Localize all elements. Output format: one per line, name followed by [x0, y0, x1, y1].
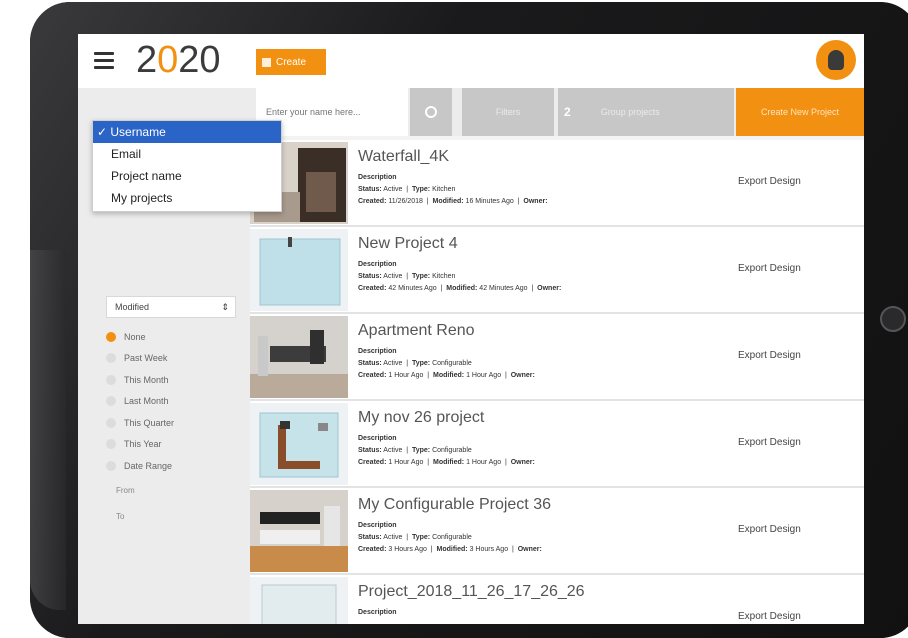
date-filter-date-range[interactable]: Date Range [106, 455, 174, 477]
create-icon [262, 57, 271, 67]
create-new-project-button[interactable]: Create New Project [736, 88, 864, 136]
project-row[interactable]: My nov 26 project Description Status: Ac… [250, 401, 864, 488]
dropdown-option-my-projects[interactable]: My projects [93, 187, 281, 209]
project-status-type: Status: Active | Type: Configurable [358, 360, 472, 367]
date-filter-last-month[interactable]: Last Month [106, 391, 174, 413]
select-arrows-icon: ⇕ [221, 302, 229, 312]
export-design-button[interactable]: Export Design [738, 350, 801, 361]
logo: 2020 [136, 39, 221, 81]
project-name[interactable]: New Project 4 [358, 235, 458, 253]
project-thumbnail [250, 403, 348, 485]
date-filter-past-week[interactable]: Past Week [106, 348, 174, 370]
export-design-button[interactable]: Export Design [738, 176, 801, 187]
app-header: 2020 Create [78, 34, 864, 88]
project-status-type: Status: Active | Type: Configurable [358, 447, 472, 454]
project-row[interactable]: Apartment Reno Description Status: Activ… [250, 314, 864, 401]
project-name[interactable]: Apartment Reno [358, 322, 475, 340]
project-name[interactable]: Project_2018_11_26_17_26_26 [358, 583, 585, 601]
project-description: Description [358, 348, 397, 355]
project-dates: Created: 1 Hour Ago | Modified: 1 Hour A… [358, 459, 535, 466]
project-thumbnail [250, 490, 348, 572]
project-status-type: Status: Active | Type: Configurable [358, 534, 472, 541]
project-row[interactable]: Waterfall_4K Description Status: Active … [250, 140, 864, 227]
group-projects-button[interactable]: 2 Group projects [558, 88, 734, 136]
sort-select[interactable]: Modified ⇕ [106, 296, 236, 318]
project-name[interactable]: Waterfall_4K [358, 148, 449, 166]
project-thumbnail [250, 316, 348, 398]
project-name[interactable]: My Configurable Project 36 [358, 496, 551, 514]
project-description: Description [358, 261, 397, 268]
tablet-side-button [880, 306, 906, 332]
date-filter-this-quarter[interactable]: This Quarter [106, 412, 174, 434]
export-design-button[interactable]: Export Design [738, 611, 801, 622]
project-dates: Created: 3 Hours Ago | Modified: 3 Hours… [358, 546, 542, 553]
date-filter-this-month[interactable]: This Month [106, 369, 174, 391]
user-icon [828, 50, 844, 70]
project-dates: Created: 42 Minutes Ago | Modified: 42 M… [358, 285, 562, 292]
project-description: Description [358, 522, 397, 529]
export-design-button[interactable]: Export Design [738, 263, 801, 274]
dropdown-option-username[interactable]: ✓ Username [93, 121, 281, 143]
dropdown-option-project-name[interactable]: Project name [93, 165, 281, 187]
export-design-button[interactable]: Export Design [738, 437, 801, 448]
date-filter-this-year[interactable]: This Year [106, 434, 174, 456]
project-status-type: Status: Active | Type: Kitchen [358, 273, 456, 280]
project-thumbnail [250, 577, 348, 624]
filters-button[interactable]: Filters [462, 88, 554, 136]
menu-icon[interactable] [94, 52, 114, 69]
toolbar: Filters 2Group projects Create New Proje… [250, 88, 864, 136]
project-name[interactable]: My nov 26 project [358, 409, 484, 427]
date-filter-group: None Past Week This Month Last Month Thi… [106, 326, 174, 477]
export-design-button[interactable]: Export Design [738, 524, 801, 535]
project-row[interactable]: New Project 4 Description Status: Active… [250, 227, 864, 314]
project-dates: Created: 11/26/2018 | Modified: 16 Minut… [358, 198, 548, 205]
project-status-type: Status: Active | Type: Kitchen [358, 186, 456, 193]
search-icon [425, 106, 437, 118]
app-screen: 2020 Create ✓ Username Email Project nam… [78, 34, 864, 624]
project-dates: Created: 1 Hour Ago | Modified: 1 Hour A… [358, 372, 535, 379]
tablet-edge [30, 250, 66, 610]
create-button[interactable]: Create [256, 49, 326, 75]
project-thumbnail [250, 229, 348, 311]
project-row[interactable]: My Configurable Project 36 Description S… [250, 488, 864, 575]
project-description: Description [358, 609, 397, 616]
date-filter-none[interactable]: None [106, 326, 174, 348]
to-label: To [116, 512, 125, 521]
project-list: Waterfall_4K Description Status: Active … [250, 140, 864, 624]
search-button[interactable] [410, 88, 452, 136]
project-description: Description [358, 435, 397, 442]
project-description: Description [358, 174, 397, 181]
dropdown-option-email[interactable]: Email [93, 143, 281, 165]
from-label: From [116, 486, 135, 495]
project-row[interactable]: Project_2018_11_26_17_26_26 Description … [250, 575, 864, 624]
search-field-dropdown[interactable]: ✓ Username Email Project name My project… [92, 120, 282, 212]
user-avatar[interactable] [816, 40, 856, 80]
